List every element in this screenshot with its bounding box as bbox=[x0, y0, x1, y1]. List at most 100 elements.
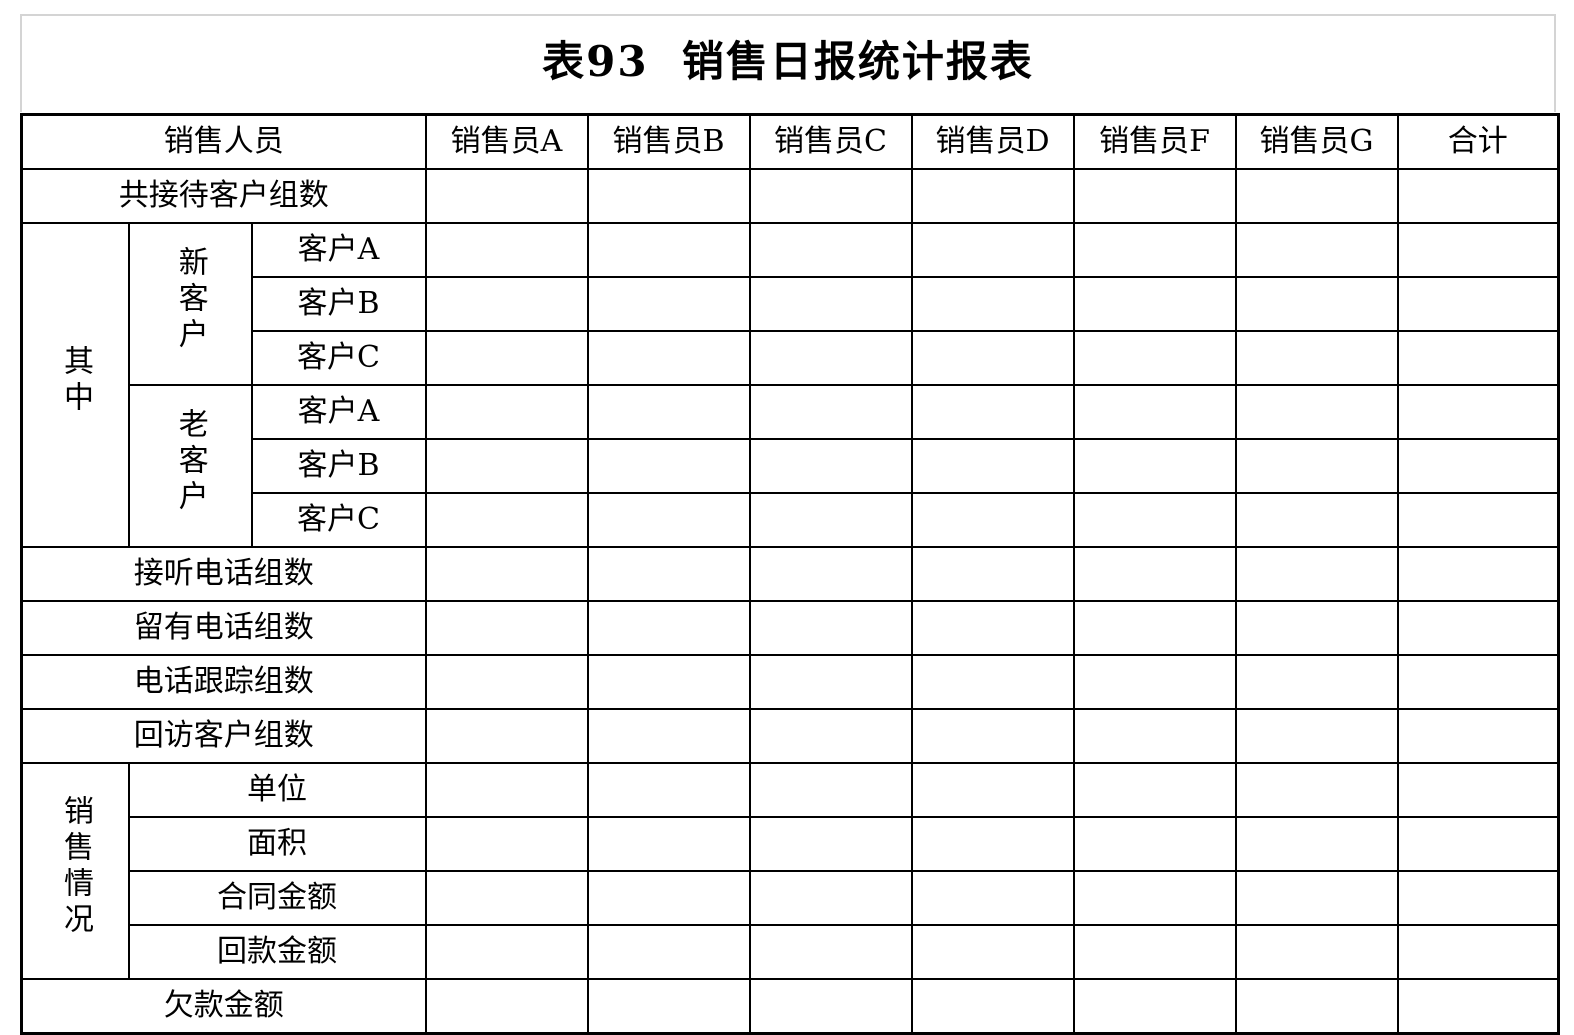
cell-left-phone-number-salesperson-a[interactable] bbox=[424, 600, 589, 656]
cell-payment-received-salesperson-c[interactable] bbox=[748, 924, 913, 980]
cell-contract-amount-salesperson-b[interactable] bbox=[586, 870, 751, 926]
cell-old-customer-a-salesperson-d[interactable] bbox=[910, 384, 1075, 440]
cell-left-phone-number-salesperson-b[interactable] bbox=[586, 600, 751, 656]
cell-total-customer-groups-g[interactable] bbox=[1234, 168, 1399, 224]
cell-return-visits-salesperson-g[interactable] bbox=[1234, 708, 1399, 764]
cell-outstanding-amount-salesperson-f[interactable] bbox=[1072, 978, 1237, 1035]
cell-new-customer-b-sum[interactable] bbox=[1396, 276, 1560, 332]
cell-old-customer-b-salesperson-b[interactable] bbox=[586, 438, 751, 494]
cell-new-customer-c-salesperson-g[interactable] bbox=[1234, 330, 1399, 386]
cell-answered-calls-salesperson-b[interactable] bbox=[586, 546, 751, 602]
cell-old-customer-a-salesperson-f[interactable] bbox=[1072, 384, 1237, 440]
cell-total-customer-groups-d[interactable] bbox=[910, 168, 1075, 224]
cell-area-salesperson-c[interactable] bbox=[748, 816, 913, 872]
cell-payment-received-sum[interactable] bbox=[1396, 924, 1560, 980]
cell-unit-salesperson-c[interactable] bbox=[748, 762, 913, 818]
cell-contract-amount-salesperson-g[interactable] bbox=[1234, 870, 1399, 926]
cell-contract-amount-salesperson-f[interactable] bbox=[1072, 870, 1237, 926]
cell-new-customer-c-salesperson-a[interactable] bbox=[424, 330, 589, 386]
cell-area-sum[interactable] bbox=[1396, 816, 1560, 872]
cell-new-customer-c-sum[interactable] bbox=[1396, 330, 1560, 386]
cell-phone-followup-salesperson-c[interactable] bbox=[748, 654, 913, 710]
cell-new-customer-a-sum[interactable] bbox=[1396, 222, 1560, 278]
cell-answered-calls-salesperson-d[interactable] bbox=[910, 546, 1075, 602]
cell-area-salesperson-g[interactable] bbox=[1234, 816, 1399, 872]
cell-old-customer-c-salesperson-a[interactable] bbox=[424, 492, 589, 548]
cell-payment-received-salesperson-d[interactable] bbox=[910, 924, 1075, 980]
cell-return-visits-salesperson-d[interactable] bbox=[910, 708, 1075, 764]
cell-old-customer-b-sum[interactable] bbox=[1396, 438, 1560, 494]
cell-return-visits-salesperson-f[interactable] bbox=[1072, 708, 1237, 764]
cell-unit-sum[interactable] bbox=[1396, 762, 1560, 818]
cell-answered-calls-salesperson-c[interactable] bbox=[748, 546, 913, 602]
cell-new-customer-b-salesperson-b[interactable] bbox=[586, 276, 751, 332]
cell-outstanding-amount-salesperson-d[interactable] bbox=[910, 978, 1075, 1035]
cell-total-customer-groups-c[interactable] bbox=[748, 168, 913, 224]
cell-outstanding-amount-salesperson-a[interactable] bbox=[424, 978, 589, 1035]
cell-old-customer-c-salesperson-c[interactable] bbox=[748, 492, 913, 548]
cell-old-customer-c-salesperson-f[interactable] bbox=[1072, 492, 1237, 548]
cell-new-customer-c-salesperson-d[interactable] bbox=[910, 330, 1075, 386]
cell-return-visits-sum[interactable] bbox=[1396, 708, 1560, 764]
cell-outstanding-amount-sum[interactable] bbox=[1396, 978, 1560, 1035]
cell-new-customer-b-salesperson-g[interactable] bbox=[1234, 276, 1399, 332]
cell-old-customer-b-salesperson-a[interactable] bbox=[424, 438, 589, 494]
cell-new-customer-a-salesperson-d[interactable] bbox=[910, 222, 1075, 278]
cell-old-customer-a-sum[interactable] bbox=[1396, 384, 1560, 440]
cell-outstanding-amount-salesperson-c[interactable] bbox=[748, 978, 913, 1035]
cell-phone-followup-salesperson-g[interactable] bbox=[1234, 654, 1399, 710]
cell-old-customer-b-salesperson-f[interactable] bbox=[1072, 438, 1237, 494]
cell-unit-salesperson-a[interactable] bbox=[424, 762, 589, 818]
cell-contract-amount-sum[interactable] bbox=[1396, 870, 1560, 926]
cell-total-customer-groups-sum[interactable] bbox=[1396, 168, 1560, 224]
cell-new-customer-b-salesperson-f[interactable] bbox=[1072, 276, 1237, 332]
cell-old-customer-c-sum[interactable] bbox=[1396, 492, 1560, 548]
cell-old-customer-a-salesperson-a[interactable] bbox=[424, 384, 589, 440]
cell-total-customer-groups-f[interactable] bbox=[1072, 168, 1237, 224]
cell-payment-received-salesperson-g[interactable] bbox=[1234, 924, 1399, 980]
cell-old-customer-c-salesperson-d[interactable] bbox=[910, 492, 1075, 548]
cell-unit-salesperson-b[interactable] bbox=[586, 762, 751, 818]
cell-new-customer-a-salesperson-a[interactable] bbox=[424, 222, 589, 278]
cell-phone-followup-sum[interactable] bbox=[1396, 654, 1560, 710]
cell-old-customer-c-salesperson-g[interactable] bbox=[1234, 492, 1399, 548]
cell-phone-followup-salesperson-f[interactable] bbox=[1072, 654, 1237, 710]
cell-phone-followup-salesperson-a[interactable] bbox=[424, 654, 589, 710]
cell-old-customer-a-salesperson-g[interactable] bbox=[1234, 384, 1399, 440]
cell-answered-calls-sum[interactable] bbox=[1396, 546, 1560, 602]
cell-new-customer-a-salesperson-f[interactable] bbox=[1072, 222, 1237, 278]
cell-left-phone-number-salesperson-g[interactable] bbox=[1234, 600, 1399, 656]
cell-return-visits-salesperson-b[interactable] bbox=[586, 708, 751, 764]
cell-new-customer-a-salesperson-b[interactable] bbox=[586, 222, 751, 278]
cell-contract-amount-salesperson-d[interactable] bbox=[910, 870, 1075, 926]
cell-unit-salesperson-g[interactable] bbox=[1234, 762, 1399, 818]
cell-phone-followup-salesperson-b[interactable] bbox=[586, 654, 751, 710]
cell-new-customer-b-salesperson-c[interactable] bbox=[748, 276, 913, 332]
cell-area-salesperson-b[interactable] bbox=[586, 816, 751, 872]
cell-old-customer-a-salesperson-b[interactable] bbox=[586, 384, 751, 440]
cell-outstanding-amount-salesperson-b[interactable] bbox=[586, 978, 751, 1035]
cell-payment-received-salesperson-f[interactable] bbox=[1072, 924, 1237, 980]
cell-area-salesperson-a[interactable] bbox=[424, 816, 589, 872]
cell-new-customer-a-salesperson-g[interactable] bbox=[1234, 222, 1399, 278]
cell-new-customer-b-salesperson-d[interactable] bbox=[910, 276, 1075, 332]
cell-answered-calls-salesperson-g[interactable] bbox=[1234, 546, 1399, 602]
cell-area-salesperson-d[interactable] bbox=[910, 816, 1075, 872]
cell-new-customer-b-salesperson-a[interactable] bbox=[424, 276, 589, 332]
cell-left-phone-number-salesperson-f[interactable] bbox=[1072, 600, 1237, 656]
cell-old-customer-b-salesperson-g[interactable] bbox=[1234, 438, 1399, 494]
cell-contract-amount-salesperson-a[interactable] bbox=[424, 870, 589, 926]
cell-total-customer-groups-b[interactable] bbox=[586, 168, 751, 224]
cell-return-visits-salesperson-c[interactable] bbox=[748, 708, 913, 764]
cell-unit-salesperson-f[interactable] bbox=[1072, 762, 1237, 818]
cell-return-visits-salesperson-a[interactable] bbox=[424, 708, 589, 764]
cell-left-phone-number-salesperson-d[interactable] bbox=[910, 600, 1075, 656]
cell-contract-amount-salesperson-c[interactable] bbox=[748, 870, 913, 926]
cell-payment-received-salesperson-a[interactable] bbox=[424, 924, 589, 980]
cell-old-customer-a-salesperson-c[interactable] bbox=[748, 384, 913, 440]
cell-new-customer-a-salesperson-c[interactable] bbox=[748, 222, 913, 278]
cell-area-salesperson-f[interactable] bbox=[1072, 816, 1237, 872]
cell-old-customer-b-salesperson-c[interactable] bbox=[748, 438, 913, 494]
cell-unit-salesperson-d[interactable] bbox=[910, 762, 1075, 818]
cell-new-customer-c-salesperson-f[interactable] bbox=[1072, 330, 1237, 386]
